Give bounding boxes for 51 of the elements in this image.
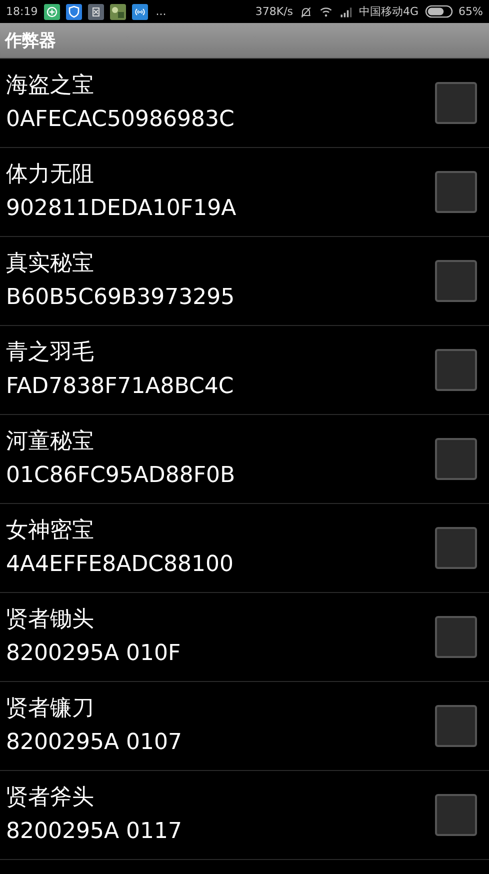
checkbox[interactable] — [435, 794, 477, 836]
cheat-code: 0AFECAC50986983C — [6, 106, 236, 134]
checkbox[interactable] — [435, 260, 477, 302]
cheat-name: 体力无阻 — [6, 161, 95, 189]
checkbox[interactable] — [435, 438, 477, 480]
cheat-name: 贤者斧头 — [6, 784, 95, 812]
signal-icon — [339, 4, 354, 18]
cheat-name: 真实秘宝 — [6, 250, 95, 278]
battery-icon — [424, 5, 453, 18]
checkbox[interactable] — [435, 616, 477, 658]
carrier-name: 中国移动4G — [359, 4, 419, 19]
checkbox[interactable] — [435, 705, 477, 747]
checkbox[interactable] — [435, 527, 477, 569]
cheat-code: 8200295A 010F — [6, 640, 182, 668]
battery-percent: 65% — [458, 5, 483, 18]
cheat-row[interactable]: 河童秘宝 01C86FC95AD88F0B — [0, 415, 489, 504]
cheat-row[interactable]: 海盗之宝 0AFECAC50986983C — [0, 59, 489, 148]
cheat-row[interactable]: 真实秘宝 B60B5C69B3973295 — [0, 237, 489, 326]
wifi-icon — [319, 4, 334, 18]
cheat-code: 902811DEDA10F19A — [6, 195, 238, 223]
cheat-code: 4A4EFFE8ADC88100 — [6, 551, 234, 579]
wireless-icon — [132, 4, 148, 20]
cheat-name: 青之羽毛 — [6, 339, 95, 367]
cheat-row[interactable]: 体力无阻 902811DEDA10F19A — [0, 148, 489, 237]
cheat-name: 贤者锄头 — [6, 606, 95, 634]
cheat-name: 河童秘宝 — [6, 428, 95, 456]
app-icon — [88, 4, 104, 20]
cheat-code: FAD7838F71A8BC4C — [6, 373, 235, 401]
checkbox[interactable] — [435, 82, 477, 124]
cheat-code: 8200295A 0117 — [6, 818, 184, 846]
cheat-row[interactable]: 女神密宝 4A4EFFE8ADC88100 — [0, 504, 489, 593]
cheat-row[interactable]: 贤者斧头 8200295A 0117 — [0, 771, 489, 860]
cheat-row[interactable]: 贤者镰刀 8200295A 0107 — [0, 682, 489, 771]
cheat-name: 女神密宝 — [6, 517, 95, 545]
cheat-code: 8200295A 0107 — [6, 729, 184, 757]
cheat-name: 贤者镰刀 — [6, 695, 95, 723]
shield-plus-icon — [44, 4, 60, 20]
cheat-name: 海盗之宝 — [6, 72, 95, 100]
game-icon — [110, 4, 126, 20]
cheat-code: B60B5C69B3973295 — [6, 284, 236, 312]
cheat-row[interactable]: 贤者锄头 8200295A 010F — [0, 593, 489, 682]
checkbox[interactable] — [435, 349, 477, 391]
cheat-code: 01C86FC95AD88F0B — [6, 462, 236, 490]
network-speed: 378K/s — [255, 5, 294, 18]
more-notifications: ... — [156, 5, 166, 18]
cheat-row[interactable]: 青之羽毛 FAD7838F71A8BC4C — [0, 326, 489, 415]
screen-title: 作弊器 — [5, 30, 56, 52]
clock: 18:19 — [6, 5, 38, 18]
alarm-off-icon — [299, 4, 314, 18]
checkbox[interactable] — [435, 171, 477, 213]
shield-check-icon — [66, 4, 82, 20]
